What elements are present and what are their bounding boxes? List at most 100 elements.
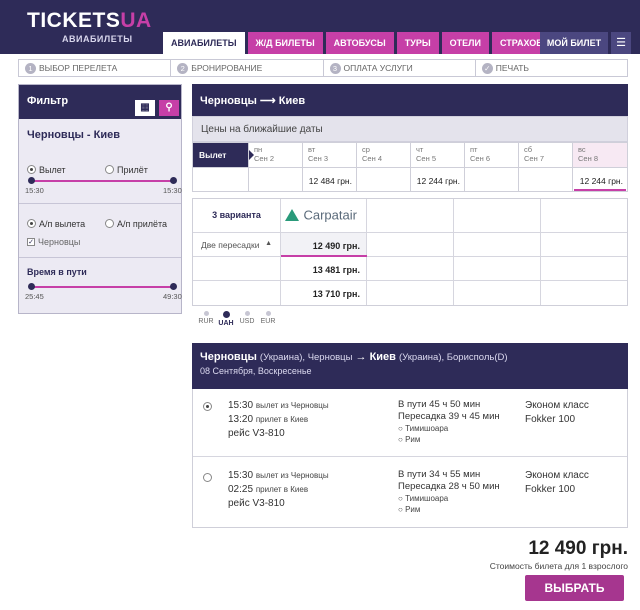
currency-eur[interactable]: EUR xyxy=(258,311,278,325)
select-button[interactable]: ВЫБРАТЬ xyxy=(525,575,624,601)
date-cell[interactable]: вт Сен 3 xyxy=(302,143,356,167)
day-of-week: вт xyxy=(308,145,316,154)
flight-list: 15:30 вылет из Черновцы 13:20 прилет в К… xyxy=(192,389,628,528)
travel-time-label: Время в пути xyxy=(27,267,87,277)
currency-label: USD xyxy=(239,318,255,325)
radio-button[interactable] xyxy=(27,165,36,175)
stop-city: Рим xyxy=(405,505,421,514)
empty-cell xyxy=(193,281,281,305)
radio-button[interactable] xyxy=(105,165,114,175)
tab-avia[interactable]: АВИАБИЛЕТЫ xyxy=(163,32,245,54)
price-cell[interactable] xyxy=(248,167,302,192)
filter-panel: Фильтр ▦ ⚲ Черновцы - Киев Вылет Прилёт … xyxy=(18,84,182,314)
slider-handle-min[interactable] xyxy=(28,283,35,290)
flight-radio[interactable] xyxy=(203,473,212,482)
flight-option[interactable]: 15:30 вылет из Черновцы 13:20 прилет в К… xyxy=(193,389,627,457)
tab-hotels[interactable]: ОТЕЛИ xyxy=(441,32,489,54)
date-cell[interactable]: чт Сен 5 xyxy=(410,143,464,167)
step-label: ОПЛАТА УСЛУГИ xyxy=(343,63,413,73)
flight-radio[interactable] xyxy=(203,402,212,411)
divider xyxy=(19,203,181,204)
step-print[interactable]: ✓ ПЕЧАТЬ xyxy=(476,60,627,76)
time-min-label: 15:30 xyxy=(25,186,44,195)
slider-handle-min[interactable] xyxy=(28,177,35,184)
flight-class: Эконом класс Fokker 100 xyxy=(525,469,589,497)
variant-price-selected[interactable]: 12 490 грн. xyxy=(281,233,367,257)
cabin-class: Эконом класс xyxy=(525,400,589,411)
arr-text: прилет в Киев xyxy=(255,415,309,424)
currency-rur[interactable]: RUR xyxy=(196,311,216,325)
date-label: Сен 5 xyxy=(416,154,436,163)
tab-bus[interactable]: АВТОБУСЫ xyxy=(325,32,394,54)
search-icon[interactable]: ⚲ xyxy=(159,100,179,116)
airline-empty-cell xyxy=(367,199,454,233)
travel-time: В пути 34 ч 55 мин xyxy=(398,469,481,480)
date-cell[interactable]: пн Сен 2 xyxy=(248,143,302,167)
logo[interactable]: TICKETSUA xyxy=(27,9,152,33)
airline-empty-cell xyxy=(454,199,541,233)
route-line: Черновцы (Украина), Черновцы → Киев (Укр… xyxy=(200,351,628,363)
logo-text: TICKETS xyxy=(27,9,121,32)
step-booking[interactable]: 2 БРОНИРОВАНИЕ xyxy=(171,60,324,76)
step-select-flight[interactable]: 1 ВЫБОР ПЕРЕЛЕТА xyxy=(19,60,172,76)
airline-logo-cell[interactable]: Carpatair xyxy=(281,199,367,233)
date-cell[interactable]: ср Сен 4 xyxy=(356,143,410,167)
arrive-radio[interactable]: Прилёт xyxy=(105,161,148,179)
day-of-week: сб xyxy=(524,145,533,154)
flight-duration: В пути 34 ч 55 мин Пересадка 28 ч 50 мин… xyxy=(398,469,500,515)
airport-checkbox[interactable]: ✓ Черновцы xyxy=(27,233,80,251)
step-label: ВЫБОР ПЕРЕЛЕТА xyxy=(39,63,118,73)
price-cell[interactable]: 12 484 грн. xyxy=(302,167,356,192)
time-slider[interactable] xyxy=(28,177,177,184)
date-cell[interactable]: сб Сен 7 xyxy=(518,143,572,167)
tab-rail[interactable]: Ж/Д БИЛЕТЫ xyxy=(247,32,323,54)
price-cell[interactable]: 12 244 грн. xyxy=(410,167,464,192)
my-ticket-button[interactable]: МОЙ БИЛЕТ xyxy=(540,32,608,54)
hamburger-menu-icon[interactable]: ☰ xyxy=(611,32,631,54)
travel-time-slider[interactable] xyxy=(28,283,177,290)
currency-uah[interactable]: UAH xyxy=(216,311,236,327)
flight-number: рейс V3-810 xyxy=(228,498,285,509)
sort-arrow-icon[interactable]: ▲ xyxy=(265,240,272,247)
currency-dot[interactable] xyxy=(222,311,230,318)
step-number: 3 xyxy=(329,63,341,75)
radio-button[interactable] xyxy=(27,219,36,229)
day-of-week: пт xyxy=(470,145,478,154)
date-label: Сен 3 xyxy=(308,154,328,163)
flight-option[interactable]: 15:30 вылет из Черновцы 02:25 прилет в К… xyxy=(193,457,627,525)
grid-view-icon[interactable]: ▦ xyxy=(135,100,155,116)
checkbox[interactable]: ✓ xyxy=(27,237,35,246)
empty-cell xyxy=(454,257,541,281)
airport-arr-radio[interactable]: А/п прилёта xyxy=(105,215,167,233)
currency-dot[interactable] xyxy=(265,311,271,316)
price-cell[interactable] xyxy=(356,167,410,192)
empty-cell xyxy=(454,233,541,257)
price-cell[interactable] xyxy=(518,167,572,192)
airport-dep-radio[interactable]: А/п вылета xyxy=(27,215,85,233)
slider-handle-max[interactable] xyxy=(170,283,177,290)
currency-label: RUR xyxy=(198,318,214,325)
currency-usd[interactable]: USD xyxy=(237,311,257,325)
stop-city: Тимишоара xyxy=(405,494,449,503)
stop-item: ○ Рим xyxy=(398,435,421,444)
price-cell[interactable] xyxy=(464,167,518,192)
main-tabs: АВИАБИЛЕТЫ Ж/Д БИЛЕТЫ АВТОБУСЫ ТУРЫ ОТЕЛ… xyxy=(163,32,566,54)
currency-dot[interactable] xyxy=(203,311,209,316)
date-cell[interactable]: пт Сен 6 xyxy=(464,143,518,167)
radio-button[interactable] xyxy=(105,219,114,229)
date-cell-selected[interactable]: вс Сен 8 xyxy=(572,143,627,167)
time-max-label: 15:30 xyxy=(163,186,182,195)
stops-row-label[interactable]: Две пересадки ▲ xyxy=(193,233,281,257)
variant-price[interactable]: 13 481 грн. xyxy=(281,257,367,281)
transfer-time: Пересадка 39 ч 45 мин xyxy=(398,411,500,422)
radio-label: Вылет xyxy=(39,164,66,175)
slider-handle-max[interactable] xyxy=(170,177,177,184)
tab-tours[interactable]: ТУРЫ xyxy=(396,32,439,54)
checkbox-label: Черновцы xyxy=(38,236,81,247)
total-price: 12 490 грн. xyxy=(528,538,628,559)
currency-dot[interactable] xyxy=(244,311,250,316)
step-payment[interactable]: 3 ОПЛАТА УСЛУГИ xyxy=(324,60,476,76)
day-of-week: ср xyxy=(362,145,370,154)
variant-price[interactable]: 13 710 грн. xyxy=(281,281,367,305)
date-label: Сен 2 xyxy=(254,154,274,163)
